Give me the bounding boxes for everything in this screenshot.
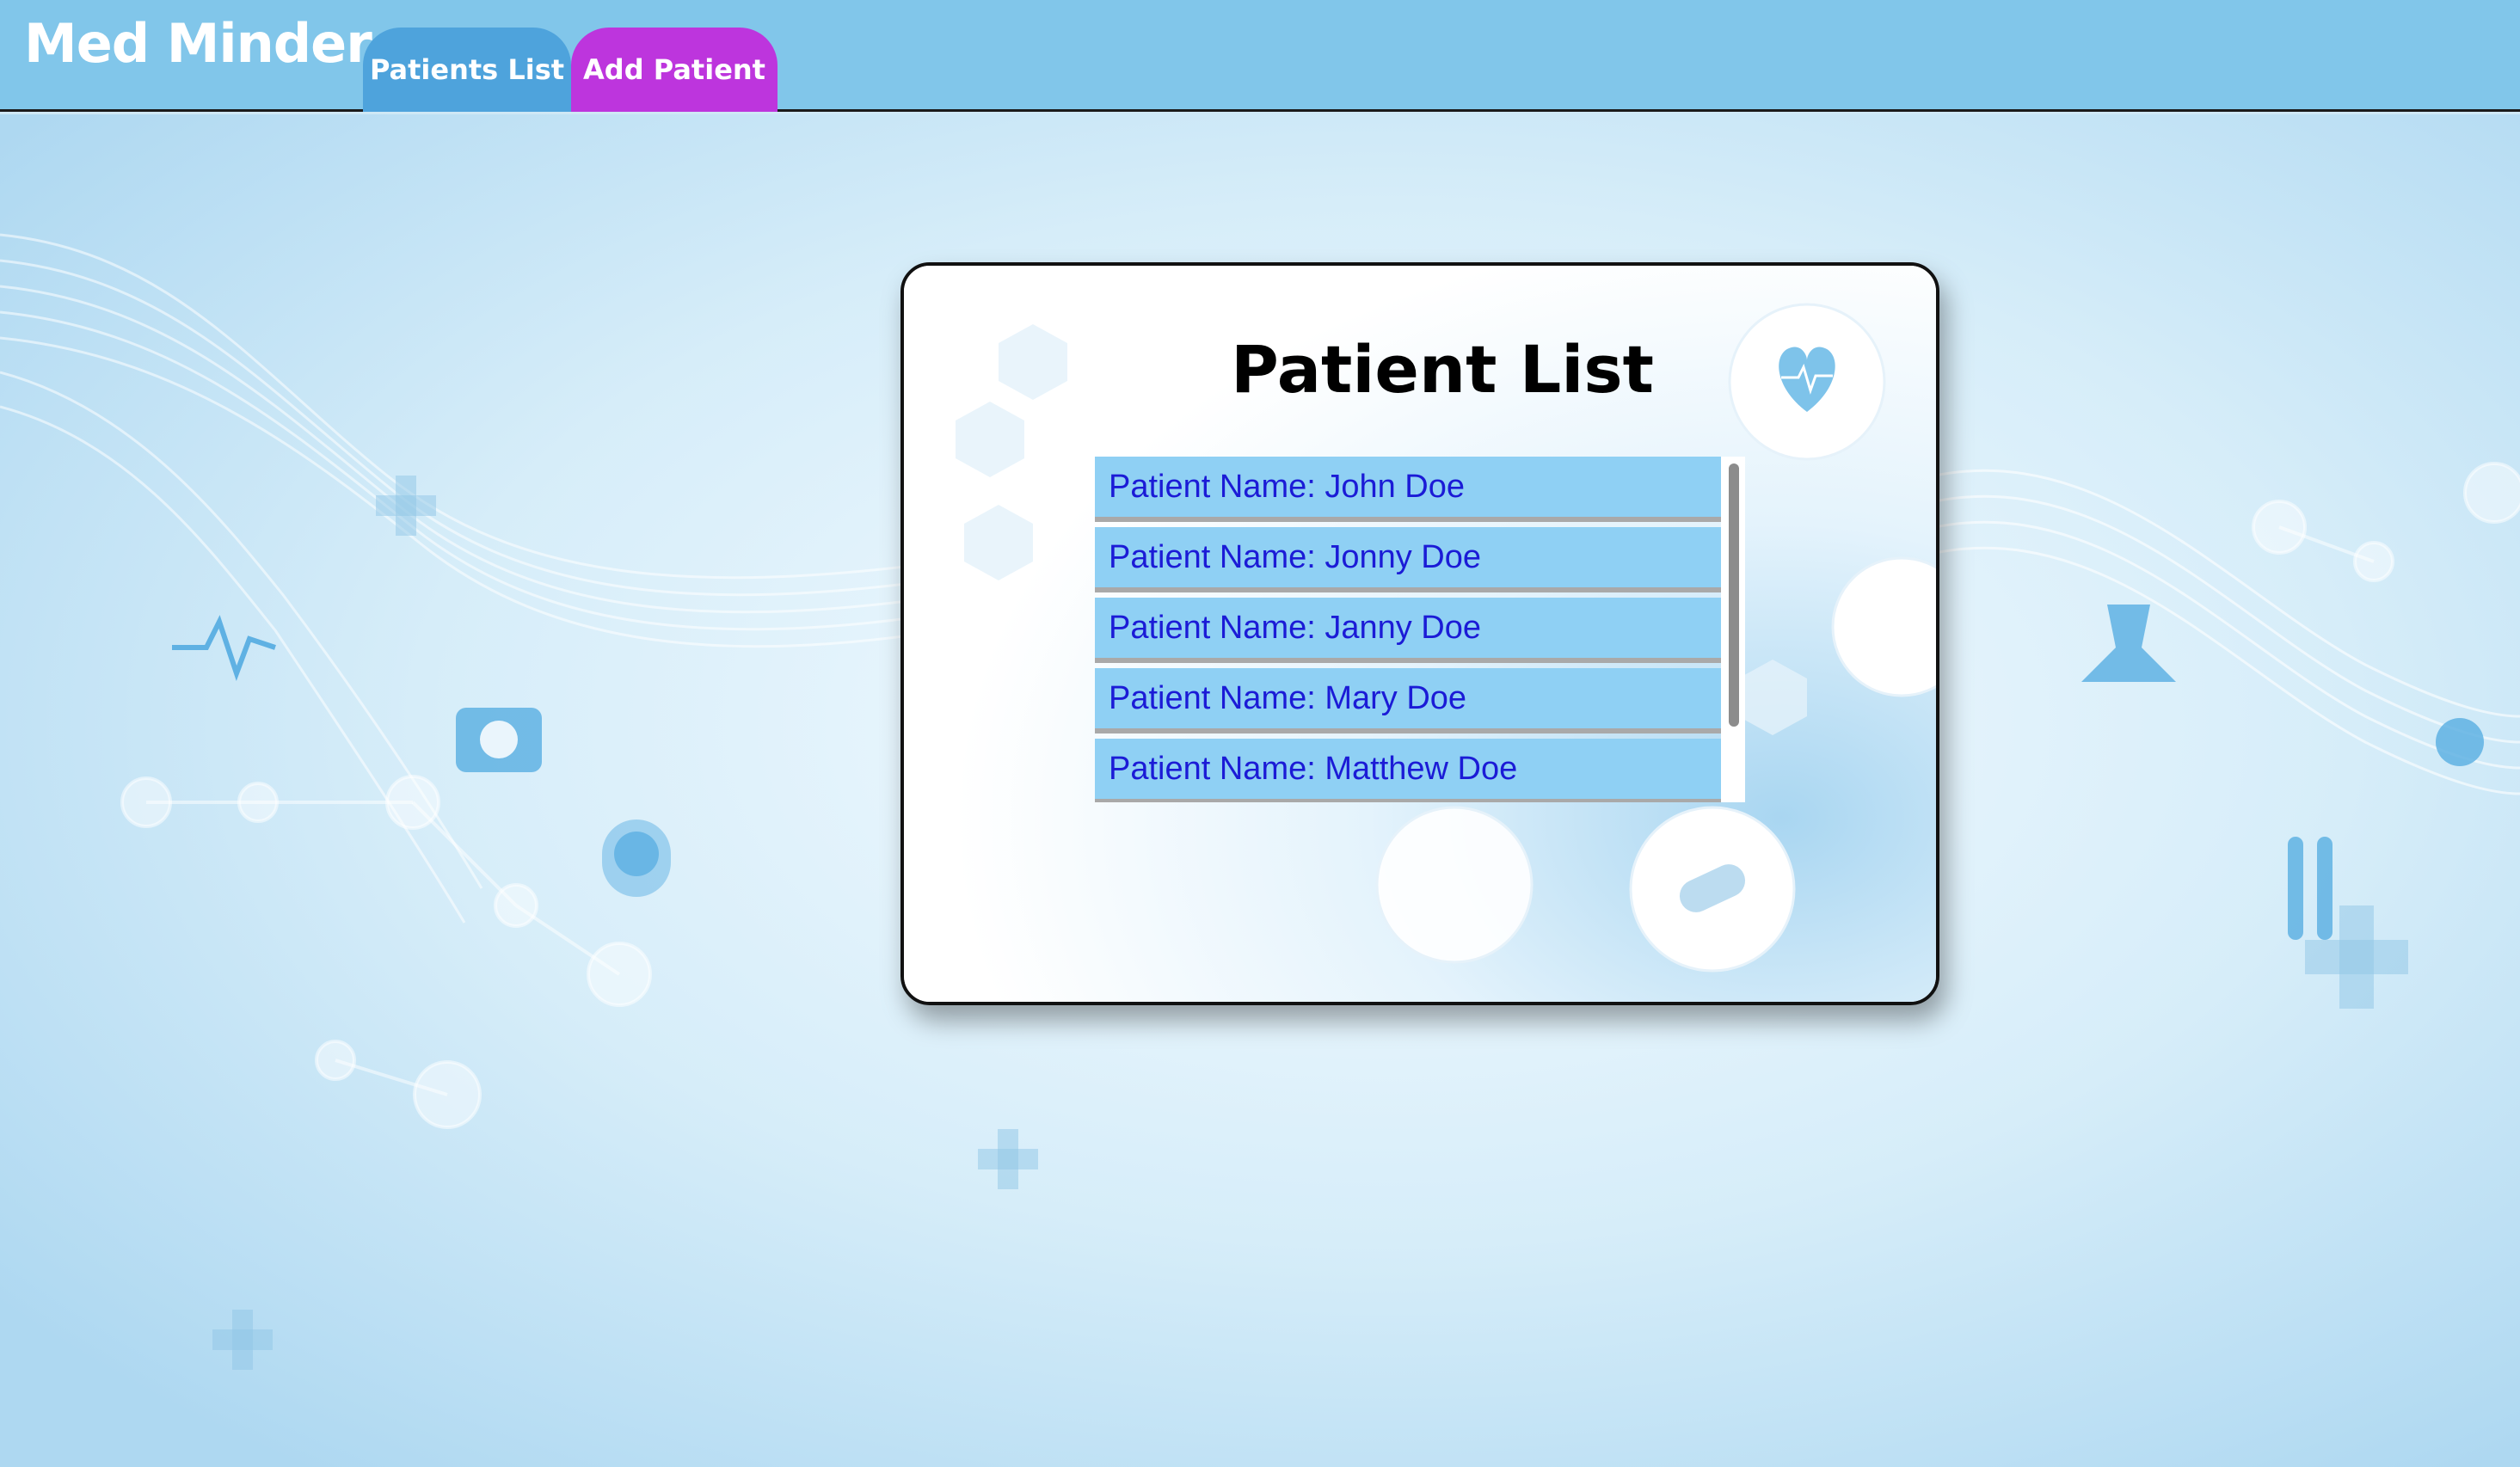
scrollbar-thumb[interactable] [1729,463,1739,727]
patient-list-item[interactable]: Patient Name: Matthew Doe [1095,739,1721,802]
app-brand-title: Med Minder [24,12,372,75]
patient-list-item[interactable]: Patient Name: Janny Doe [1095,598,1721,663]
tab-add-patient[interactable]: Add Patient [571,28,778,112]
top-navigation-bar: Med Minder Patients List Add Patient [0,0,2520,112]
patient-list-item[interactable]: Patient Name: Mary Doe [1095,668,1721,734]
tab-patients-list[interactable]: Patients List [363,28,571,112]
patient-list-card: Patient List Patient Name: John Doe Pati… [900,262,1939,1005]
list-scrollbar[interactable] [1721,457,1745,802]
page-title: Patient List [1231,331,1654,408]
patient-list[interactable]: Patient Name: John Doe Patient Name: Jon… [1095,457,1745,802]
patient-list-item[interactable]: Patient Name: John Doe [1095,457,1721,522]
patient-list-item[interactable]: Patient Name: Jonny Doe [1095,527,1721,592]
